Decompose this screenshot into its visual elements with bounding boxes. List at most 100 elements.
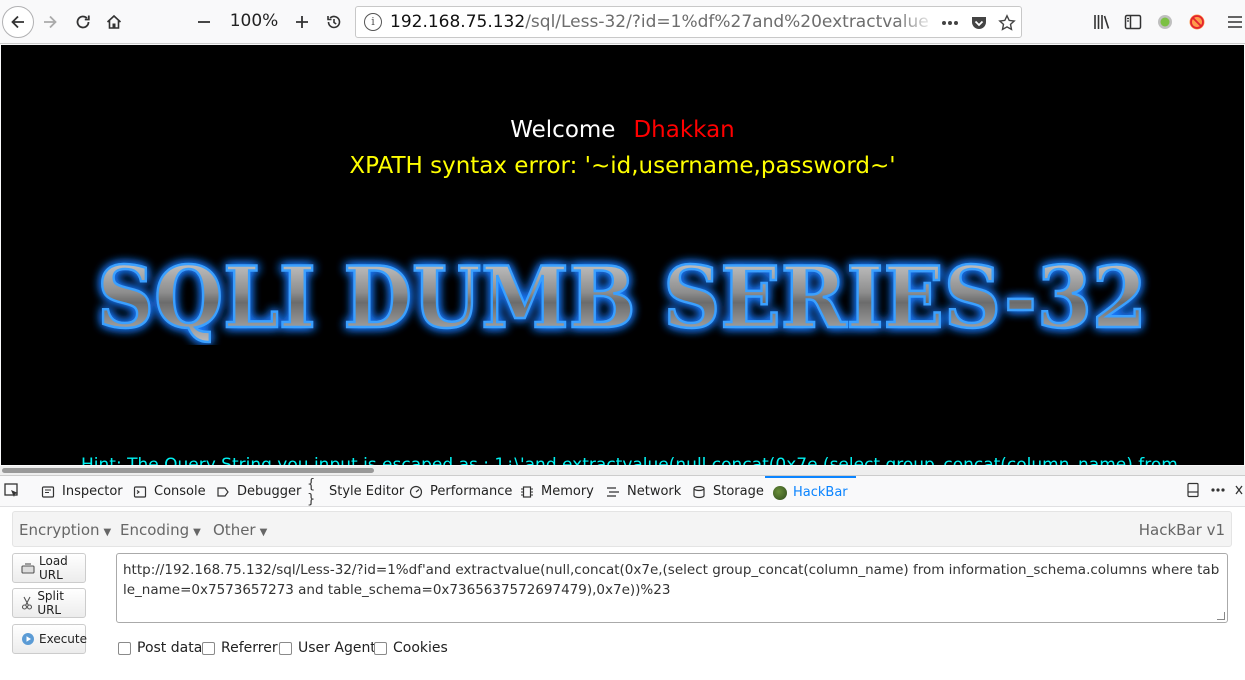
checkbox-box[interactable] bbox=[118, 641, 131, 655]
dock-icon bbox=[1187, 482, 1199, 498]
debugger-icon bbox=[215, 484, 231, 500]
chevron-down-icon: ▼ bbox=[103, 527, 112, 538]
tab-inspector-label: Inspector bbox=[62, 484, 123, 499]
scrollbar-thumb[interactable] bbox=[2, 468, 374, 473]
forward-arrow-icon bbox=[44, 15, 57, 29]
hint-text: Hint: The Query String you input is esca… bbox=[81, 455, 1178, 465]
reload-button[interactable] bbox=[67, 6, 99, 38]
console-icon bbox=[132, 484, 148, 500]
library-button[interactable] bbox=[1086, 6, 1118, 38]
load-icon bbox=[21, 561, 35, 575]
memory-icon bbox=[519, 484, 535, 500]
encoding-menu[interactable]: Encoding ▼ bbox=[120, 521, 201, 539]
user-agent-label: User Agent bbox=[298, 640, 376, 656]
hackbar-url-textarea[interactable]: http://192.168.75.132/sql/Less-32/?id=1%… bbox=[116, 553, 1228, 623]
devtools-menu-button[interactable] bbox=[1210, 482, 1226, 502]
url-fade bbox=[896, 9, 936, 35]
tab-performance[interactable]: Performance bbox=[408, 476, 512, 507]
tab-hackbar-label: HackBar bbox=[793, 485, 848, 500]
hackbar-url-value: http://192.168.75.132/sql/Less-32/?id=1%… bbox=[123, 562, 1220, 598]
performance-icon bbox=[408, 484, 424, 500]
zoom-level[interactable]: 100% bbox=[224, 11, 284, 31]
referrer-checkbox[interactable]: Referrer bbox=[202, 640, 278, 656]
style-editor-icon: { } bbox=[307, 476, 316, 507]
close-icon bbox=[1235, 485, 1243, 495]
tab-memory[interactable]: Memory bbox=[519, 476, 594, 507]
horizontal-scrollbar[interactable] bbox=[0, 466, 1245, 475]
split-url-label: Split URL bbox=[37, 589, 64, 617]
split-url-button[interactable]: Split URL bbox=[12, 588, 86, 618]
tab-inspector[interactable]: Inspector bbox=[40, 476, 123, 507]
sidebar-icon bbox=[1124, 14, 1142, 30]
tab-performance-label: Performance bbox=[430, 484, 513, 499]
tab-storage[interactable]: Storage bbox=[691, 476, 764, 507]
tab-debugger-label: Debugger bbox=[237, 484, 302, 499]
sqli-dumb-series-banner: SQLI DUMB SERIES-32 bbox=[96, 247, 1149, 345]
url-text[interactable]: 192.168.75.132/sql/Less-32/?id=1%df%27an… bbox=[390, 12, 930, 34]
page-actions-icon[interactable] bbox=[939, 12, 961, 34]
referrer-label: Referrer bbox=[221, 640, 278, 656]
xpath-error-text: XPATH syntax error: '~id,username,passwo… bbox=[349, 153, 896, 179]
other-menu[interactable]: Other ▼ bbox=[213, 521, 267, 539]
zoom-out-button[interactable] bbox=[188, 6, 220, 38]
site-info-icon[interactable]: i bbox=[364, 13, 382, 31]
tab-hackbar[interactable]: HackBar bbox=[765, 476, 856, 507]
hackbar-panel: Encryption ▼ Encoding ▼ Other ▼ HackBar v1 … bbox=[0, 507, 1245, 680]
scissors-icon bbox=[21, 596, 33, 610]
menu-button[interactable] bbox=[1219, 6, 1245, 38]
reload-icon bbox=[76, 15, 90, 29]
network-icon bbox=[605, 484, 621, 500]
welcome-label: Welcome bbox=[510, 117, 616, 143]
extension-green-button[interactable] bbox=[1149, 6, 1181, 38]
banner-text: SQLI DUMB SERIES-32 bbox=[97, 248, 1147, 345]
sidebar-button[interactable] bbox=[1117, 6, 1149, 38]
tab-debugger[interactable]: Debugger bbox=[215, 476, 301, 507]
chevron-down-icon: ▼ bbox=[193, 527, 201, 538]
history-button[interactable] bbox=[318, 6, 350, 38]
cookies-checkbox[interactable]: Cookies bbox=[374, 640, 448, 656]
plus-icon bbox=[296, 16, 308, 28]
dock-button[interactable] bbox=[1186, 482, 1200, 502]
extension-blocked-button[interactable] bbox=[1181, 6, 1213, 38]
url-host: 192.168.75.132 bbox=[390, 12, 526, 32]
devtools-close-button[interactable] bbox=[1234, 482, 1244, 502]
encryption-menu[interactable]: Encryption ▼ bbox=[19, 521, 111, 539]
home-icon bbox=[106, 14, 122, 29]
chevron-down-icon: ▼ bbox=[259, 527, 268, 538]
tab-memory-label: Memory bbox=[541, 484, 594, 499]
tab-style-editor[interactable]: { } Style Editor bbox=[307, 476, 404, 507]
tab-network[interactable]: Network bbox=[605, 476, 681, 507]
library-icon bbox=[1094, 15, 1110, 29]
zoom-in-button[interactable] bbox=[286, 6, 318, 38]
forward-button[interactable] bbox=[34, 6, 66, 38]
post-data-label: Post data bbox=[137, 640, 203, 656]
devtools-tabbar: Inspector Console Debugger { } Style Edi… bbox=[0, 475, 1245, 507]
resize-handle-icon[interactable] bbox=[1217, 612, 1225, 620]
page-content: Welcome Dhakkan XPATH syntax error: '~id,… bbox=[1, 45, 1244, 465]
user-agent-checkbox[interactable]: User Agent bbox=[279, 640, 376, 656]
url-bar[interactable]: i 192.168.75.132/sql/Less-32/?id=1%df%27… bbox=[355, 6, 1022, 38]
hackbar-menu: Encryption ▼ Encoding ▼ Other ▼ HackBar v1 bbox=[12, 511, 1232, 547]
welcome-line: Welcome Dhakkan bbox=[1, 117, 1244, 143]
play-icon bbox=[21, 632, 35, 646]
green-dot-icon bbox=[1158, 15, 1172, 29]
back-button[interactable] bbox=[2, 6, 34, 38]
post-data-checkbox[interactable]: Post data bbox=[118, 640, 202, 656]
load-url-button[interactable]: Load URL bbox=[12, 553, 86, 583]
tab-storage-label: Storage bbox=[713, 484, 764, 499]
home-button[interactable] bbox=[98, 6, 130, 38]
bookmark-star-icon[interactable] bbox=[996, 12, 1018, 34]
blocked-icon bbox=[1189, 14, 1205, 30]
pocket-icon[interactable] bbox=[968, 12, 990, 34]
hackbar-version: HackBar v1 bbox=[1138, 521, 1225, 539]
checkbox-box[interactable] bbox=[374, 641, 387, 655]
tab-console[interactable]: Console bbox=[132, 476, 206, 507]
execute-button[interactable]: Execute bbox=[12, 624, 87, 654]
encoding-menu-label: Encoding bbox=[120, 521, 190, 539]
back-arrow-icon bbox=[11, 15, 24, 29]
checkbox-box[interactable] bbox=[202, 641, 215, 655]
load-url-label: Load URL bbox=[39, 554, 68, 582]
checkbox-box[interactable] bbox=[279, 641, 292, 655]
element-picker-button[interactable] bbox=[4, 483, 22, 501]
picker-icon bbox=[4, 483, 18, 497]
